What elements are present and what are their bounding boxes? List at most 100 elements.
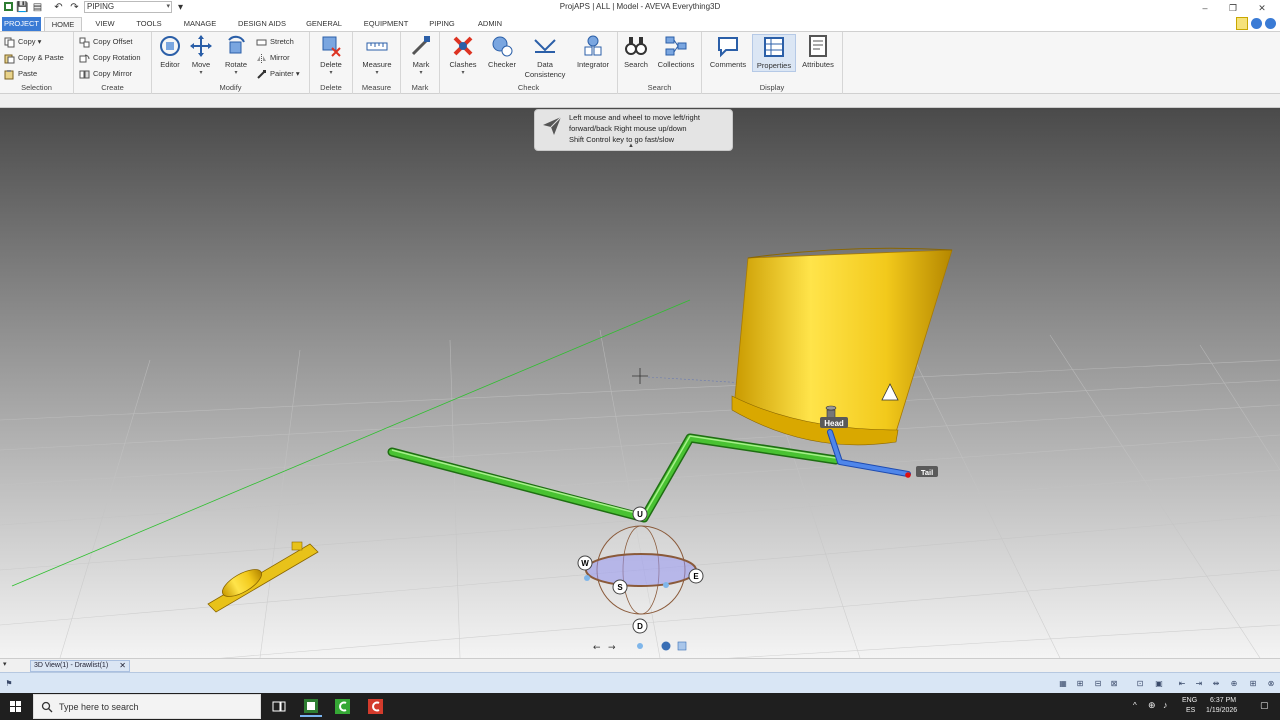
gizmo-south-marker[interactable]: S <box>612 579 628 595</box>
status-tool-5-icon[interactable]: ⊡ <box>1134 678 1146 690</box>
collections-button[interactable]: Collections <box>654 34 698 70</box>
attributes-button[interactable]: Attributes <box>798 34 838 70</box>
painter-button[interactable]: Painter ▾ <box>256 67 300 81</box>
tab-project[interactable]: PROJECT <box>2 17 41 31</box>
nozzle[interactable] <box>825 405 837 419</box>
integrator-button[interactable]: Integrator <box>572 34 614 70</box>
gizmo-down-marker[interactable]: D <box>632 618 648 634</box>
camtasia-red-icon[interactable] <box>365 696 387 717</box>
title-bar: 💾 ▤ ↶ ↷ PIPING ▾ ▾ ProjAPS | ALL | Model… <box>0 0 1280 16</box>
network-icon[interactable]: ⊕ <box>1148 700 1156 711</box>
tab-view[interactable]: VIEW <box>88 17 122 31</box>
tab-home[interactable]: HOME <box>44 17 82 31</box>
redo-icon[interactable]: ↷ <box>68 1 81 14</box>
close-icon[interactable]: ✕ <box>119 661 126 671</box>
status-tool-2-icon[interactable]: ⊞ <box>1074 678 1086 690</box>
camtasia-green-icon[interactable] <box>332 696 354 717</box>
gizmo-west-marker[interactable]: W <box>577 555 593 571</box>
status-tool-12-icon[interactable]: ⊗ <box>1265 678 1277 690</box>
delete-button[interactable]: Delete ▾ <box>315 34 347 76</box>
paste-button[interactable]: Paste <box>4 67 37 81</box>
checker-button[interactable]: Checker <box>484 34 520 70</box>
editor-button[interactable]: Editor <box>155 34 185 70</box>
app-icon <box>2 1 15 14</box>
tab-design-aids[interactable]: DESIGN AIDS <box>232 17 292 31</box>
grid-snap-icon[interactable]: ▦ <box>1057 678 1069 690</box>
tab-tools[interactable]: TOOLS <box>130 17 168 31</box>
notifications-icon[interactable]: ▢ <box>1260 700 1269 711</box>
stretch-button[interactable]: Stretch <box>256 35 294 49</box>
tab-general[interactable]: GENERAL <box>300 17 348 31</box>
tail-point[interactable] <box>905 472 911 478</box>
status-tool-11-icon[interactable]: ⊞ <box>1247 678 1259 690</box>
task-view-icon[interactable] <box>268 696 290 717</box>
status-tool-9-icon[interactable]: ⇹ <box>1210 678 1222 690</box>
taskbar-search[interactable]: Type here to search <box>33 694 261 719</box>
chevron-up-icon[interactable]: ^ <box>1133 701 1137 710</box>
tab-admin[interactable]: ADMIN <box>470 17 510 31</box>
aveva-app-icon[interactable] <box>300 696 322 717</box>
help-icon[interactable] <box>1251 18 1262 29</box>
group-modify: Editor Move ▾ Rotate ▾ Stretch Mirror Pa… <box>152 32 310 94</box>
gizmo-up-marker[interactable]: U <box>632 506 648 522</box>
status-tool-8-icon[interactable]: ⇥ <box>1193 678 1205 690</box>
properties-label: Properties <box>756 61 792 70</box>
copy-offset-label: Copy Offset <box>93 37 133 46</box>
status-tool-7-icon[interactable]: ⇤ <box>1176 678 1188 690</box>
clashes-button[interactable]: Clashes ▾ <box>445 34 481 76</box>
status-tool-10-icon[interactable]: ⊕ <box>1228 678 1240 690</box>
star-icon[interactable] <box>1236 17 1248 30</box>
nav-forward-icon[interactable]: → <box>608 643 616 653</box>
windows-start-button[interactable] <box>0 693 32 720</box>
tab-3d-view[interactable]: 3D View(1) - Drawlist(1) ✕ <box>30 660 130 672</box>
tab-list-chevron-icon[interactable]: ▾ <box>3 660 7 668</box>
info-icon[interactable] <box>1265 18 1276 29</box>
move-button[interactable]: Move ▾ <box>187 34 215 76</box>
mark-icon <box>411 36 430 56</box>
tab-piping[interactable]: PIPING <box>422 17 462 31</box>
mark-button[interactable]: Mark ▾ <box>406 34 436 76</box>
language-code[interactable]: ENG <box>1182 697 1197 704</box>
properties-quick-icon[interactable]: ▤ <box>31 1 44 14</box>
status-tool-4-icon[interactable]: ⊠ <box>1108 678 1120 690</box>
rotate-button[interactable]: Rotate ▾ <box>220 34 252 76</box>
globe-icon[interactable] <box>661 641 671 651</box>
comments-icon <box>718 37 738 58</box>
data-consistency-button[interactable]: Data Consistency <box>522 34 568 80</box>
copy-paste-button[interactable]: Copy & Paste <box>4 51 64 65</box>
restore-button[interactable]: ❐ <box>1226 2 1240 14</box>
copy-rotation-button[interactable]: Copy Rotation <box>79 51 141 65</box>
copy-mirror-button[interactable]: Copy Mirror <box>79 67 132 81</box>
undo-icon[interactable]: ↶ <box>52 1 65 14</box>
copy-offset-button[interactable]: Copy Offset <box>79 35 132 49</box>
volume-icon[interactable]: ♪ <box>1163 700 1168 710</box>
copy-button[interactable]: Copy ▾ <box>4 35 41 49</box>
painter-label: Painter <box>270 69 294 78</box>
search-button[interactable]: Search <box>621 34 651 70</box>
clock-time[interactable]: 6:37 PM <box>1210 697 1236 704</box>
quick-access-menu-icon[interactable]: ▾ <box>174 1 187 14</box>
measure-icon <box>366 42 388 51</box>
mirror-button[interactable]: Mirror <box>256 51 290 65</box>
tab-equipment[interactable]: EQUIPMENT <box>358 17 414 31</box>
save-icon[interactable]: 💾 <box>16 1 29 14</box>
gizmo-e-label: E <box>693 572 699 581</box>
nav-back-icon[interactable]: ← <box>593 643 601 653</box>
comments-button[interactable]: Comments <box>706 34 750 70</box>
minimize-button[interactable]: – <box>1198 2 1212 14</box>
tab-manage[interactable]: MANAGE <box>177 17 223 31</box>
group-label-measure: Measure <box>361 83 392 92</box>
workspace-select[interactable]: PIPING ▾ <box>84 1 172 13</box>
flag-icon[interactable]: ⚑ <box>3 678 15 690</box>
3d-viewport[interactable]: Head Tail U W E S D ← → <box>0 108 1280 658</box>
status-tool-3-icon[interactable]: ⊟ <box>1092 678 1104 690</box>
3d-scene[interactable]: Head Tail U W E S D ← → <box>0 108 1280 658</box>
gizmo-east-marker[interactable]: E <box>688 568 704 584</box>
nav-dot-icon[interactable] <box>637 643 643 649</box>
cube-icon[interactable] <box>677 641 687 651</box>
status-tool-6-icon[interactable]: ▣ <box>1153 678 1165 690</box>
properties-button[interactable]: Properties <box>752 34 796 72</box>
toolbar-strip <box>0 94 1280 108</box>
measure-button[interactable]: Measure ▾ <box>359 34 395 76</box>
close-button[interactable]: ✕ <box>1255 2 1269 14</box>
